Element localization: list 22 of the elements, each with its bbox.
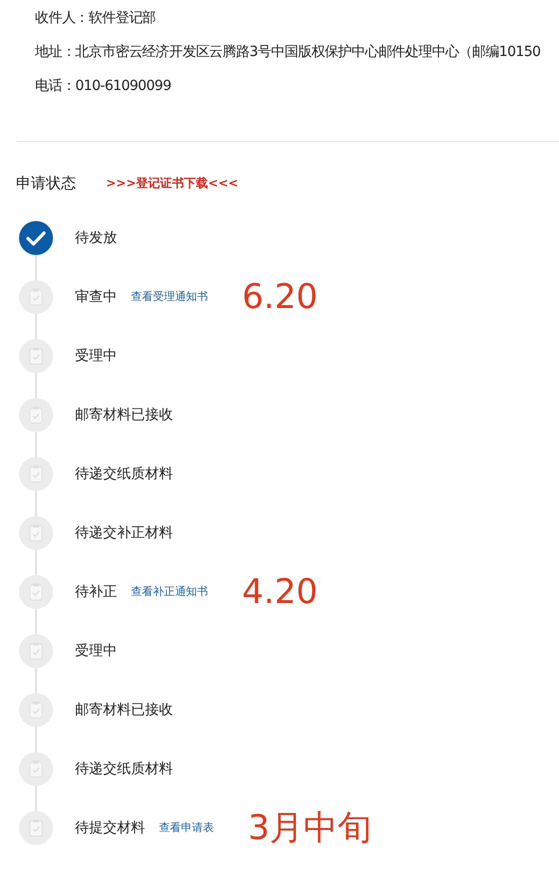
step-label: 待提交材料 xyxy=(75,818,145,836)
step-label: 待发放 xyxy=(75,228,117,246)
view-link[interactable]: 查看补正通知书 xyxy=(131,584,208,599)
contact-line: 收件人：软件登记部 xyxy=(35,9,157,28)
section-title: 申请状态 xyxy=(16,174,76,192)
step-label: 待递交纸质材料 xyxy=(75,464,173,482)
step-label: 待递交补正材料 xyxy=(75,524,173,542)
step-label: 受理中 xyxy=(75,642,117,660)
download-link[interactable]: >>>登记证书下载<<< xyxy=(106,174,238,192)
step-label: 待补正 xyxy=(75,582,117,600)
step-label: 受理中 xyxy=(75,346,117,364)
handwritten-note: 4.20 xyxy=(242,572,318,612)
handwritten-note: 3月中旬 xyxy=(248,806,372,850)
view-link[interactable]: 查看申请表 xyxy=(159,820,214,835)
handwritten-note: 6.20 xyxy=(242,276,318,316)
step-label: 邮寄材料已接收 xyxy=(75,700,173,718)
step-label: 待递交纸质材料 xyxy=(75,760,173,778)
view-link[interactable]: 查看受理通知书 xyxy=(131,289,208,304)
contact-line: 电话：010-61090099 xyxy=(35,77,172,96)
contact-line: 地址：北京市密云经济开发区云腾路3号中国版权保护中心邮件处理中心（邮编10150 xyxy=(35,43,542,62)
step-label: 邮寄材料已接收 xyxy=(75,406,173,424)
step-label: 审查中 xyxy=(75,288,117,306)
